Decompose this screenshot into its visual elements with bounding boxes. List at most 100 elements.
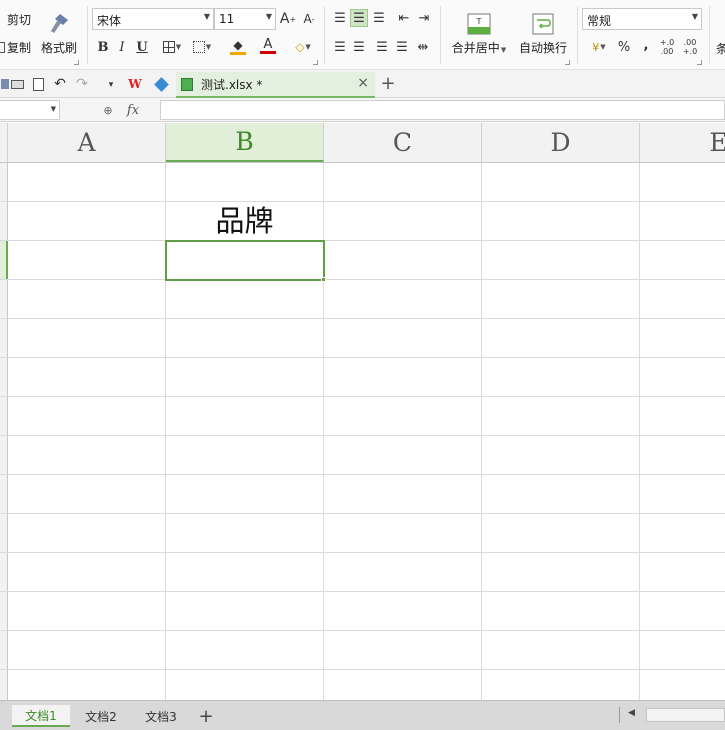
clipboard-dialog-launcher[interactable] — [74, 60, 79, 65]
formula-input[interactable] — [160, 100, 725, 120]
cloud-cube-icon[interactable] — [152, 75, 170, 93]
underline-button[interactable]: U — [133, 38, 151, 56]
scroll-left-icon[interactable]: ◀ — [628, 708, 635, 718]
column-header-d[interactable]: D — [482, 123, 640, 162]
chevron-down-icon: ▼ — [265, 12, 272, 21]
clear-format-button[interactable]: ◇ ▼ — [289, 38, 317, 56]
row-header-active[interactable] — [0, 241, 8, 280]
chevron-down-icon: ▼ — [203, 12, 210, 21]
copy-label: 复制 — [7, 40, 32, 55]
print-preview-icon[interactable] — [29, 75, 47, 93]
decrease-decimal-button[interactable]: .00 +.0 — [680, 36, 700, 58]
align-top-icon: ☰ — [334, 10, 346, 26]
close-icon[interactable]: × — [357, 75, 369, 91]
font-color-icon: A — [263, 36, 273, 52]
fill-color-button[interactable]: ◆ — [224, 37, 252, 55]
shrink-font-button[interactable]: A- — [300, 10, 318, 28]
undo-icon[interactable]: ↶ — [51, 75, 69, 93]
number-format-value: 常规 — [587, 14, 612, 28]
row-gridline — [0, 357, 725, 358]
format-painter-button[interactable]: 格式刷 — [38, 4, 80, 62]
redo-icon[interactable]: ↷ — [73, 75, 91, 93]
decrease-indent-icon: ⇤ — [398, 10, 410, 26]
decrease-indent-button[interactable]: ⇤ — [395, 9, 413, 27]
add-sheet-button[interactable]: + — [194, 705, 218, 727]
wrap-text-button[interactable]: 自动换行 — [514, 6, 572, 62]
document-tab[interactable]: 测试.xlsx * × — [176, 72, 375, 98]
align-left-button[interactable]: ☰ — [331, 38, 349, 56]
copy-button[interactable]: 复制 — [0, 38, 36, 56]
format-painter-icon — [51, 13, 68, 33]
active-cell-b3[interactable] — [165, 240, 325, 281]
merge-center-label: 合并居中 — [451, 40, 500, 55]
justify-button[interactable]: ☰ — [393, 38, 411, 56]
chevron-down-icon: ▼ — [50, 105, 56, 113]
number-dialog-launcher[interactable] — [697, 60, 702, 65]
comma-style-button[interactable]: , — [637, 36, 655, 54]
column-header-e[interactable]: E — [640, 123, 725, 162]
font-name-select[interactable]: 宋体 ▼ — [92, 8, 214, 30]
increase-indent-button[interactable]: ⇥ — [415, 9, 433, 27]
grow-font-button[interactable]: A + — [279, 10, 297, 28]
font-dialog-launcher[interactable] — [313, 60, 318, 65]
decrease-decimal-icon: .00 +.0 — [682, 38, 698, 56]
bold-button[interactable]: B — [94, 38, 112, 56]
ribbon-toolbar: 剪切 复制 格式刷 宋体 ▼ 11 ▼ A + A- B I U ▼ ▼ ◆ A… — [0, 0, 725, 70]
zoom-search-icon[interactable]: ⊕ — [99, 101, 117, 119]
cell-style-button[interactable]: ▼ — [188, 38, 216, 56]
sheet-tab-3[interactable]: 文档3 — [132, 705, 190, 727]
sheet-tab-1[interactable]: 文档1 — [12, 705, 70, 727]
borders-button[interactable]: ▼ — [158, 38, 186, 56]
wps-logo-icon[interactable]: W — [126, 75, 144, 93]
ribbon-divider — [440, 6, 441, 64]
borders-icon — [162, 41, 175, 53]
new-tab-button[interactable]: + — [379, 73, 397, 94]
ribbon-divider — [324, 6, 325, 64]
align-center-button[interactable]: ☰ — [350, 38, 368, 56]
wrap-text-label: 自动换行 — [518, 40, 567, 55]
conditional-format-label[interactable]: 条 — [716, 40, 725, 57]
excel-file-icon — [181, 77, 193, 91]
cut-button[interactable]: 剪切 — [0, 10, 36, 28]
name-box[interactable]: ▼ — [0, 100, 60, 120]
cell-style-icon — [192, 41, 205, 53]
ribbon-divider — [87, 6, 88, 64]
wrap-text-icon — [532, 13, 554, 34]
horizontal-scrollbar[interactable] — [646, 708, 725, 722]
distributed-icon: ⇹ — [417, 39, 429, 55]
align-right-button[interactable]: ☰ — [373, 38, 391, 56]
distributed-button[interactable]: ⇹ — [414, 38, 432, 56]
currency-button[interactable]: ¥ ▼ — [585, 38, 613, 56]
insert-function-button[interactable]: fx — [122, 101, 144, 119]
customize-toolbar-icon[interactable]: ▾ — [102, 76, 120, 94]
align-middle-button[interactable]: ☰ — [350, 9, 368, 27]
column-header-a[interactable]: A — [8, 123, 166, 162]
format-painter-label: 格式刷 — [40, 40, 77, 55]
print-icon[interactable] — [8, 75, 26, 93]
italic-button[interactable]: I — [113, 38, 131, 56]
number-format-select[interactable]: 常规 ▼ — [582, 8, 702, 30]
cut-label: 剪切 — [7, 12, 32, 27]
percent-button[interactable]: % — [615, 38, 633, 56]
row-gridline — [0, 552, 725, 553]
cell-b2[interactable]: 品牌 — [166, 203, 323, 241]
copy-icon — [0, 41, 5, 53]
merge-cells-icon: T — [467, 13, 491, 34]
scrollbar-divider — [619, 707, 620, 723]
sheet-tab-2[interactable]: 文档2 — [72, 705, 130, 727]
column-header-b[interactable]: B — [166, 123, 324, 162]
row-gridline — [0, 279, 725, 280]
worksheet-grid[interactable]: 品牌 — [0, 163, 725, 700]
grow-font-icon: A — [279, 11, 290, 27]
increase-decimal-button[interactable]: +.0 .00 — [657, 36, 677, 58]
font-color-button[interactable]: A — [254, 37, 282, 55]
font-size-select[interactable]: 11 ▼ — [214, 8, 276, 30]
fill-handle[interactable] — [321, 277, 326, 282]
align-top-button[interactable]: ☰ — [331, 9, 349, 27]
italic-icon: I — [119, 39, 125, 55]
row-header-corner[interactable] — [0, 123, 8, 162]
merge-center-button[interactable]: T 合并居中▼ — [446, 6, 512, 62]
column-header-c[interactable]: C — [324, 123, 482, 162]
alignment-dialog-launcher[interactable] — [565, 60, 570, 65]
align-bottom-button[interactable]: ☰ — [370, 9, 388, 27]
